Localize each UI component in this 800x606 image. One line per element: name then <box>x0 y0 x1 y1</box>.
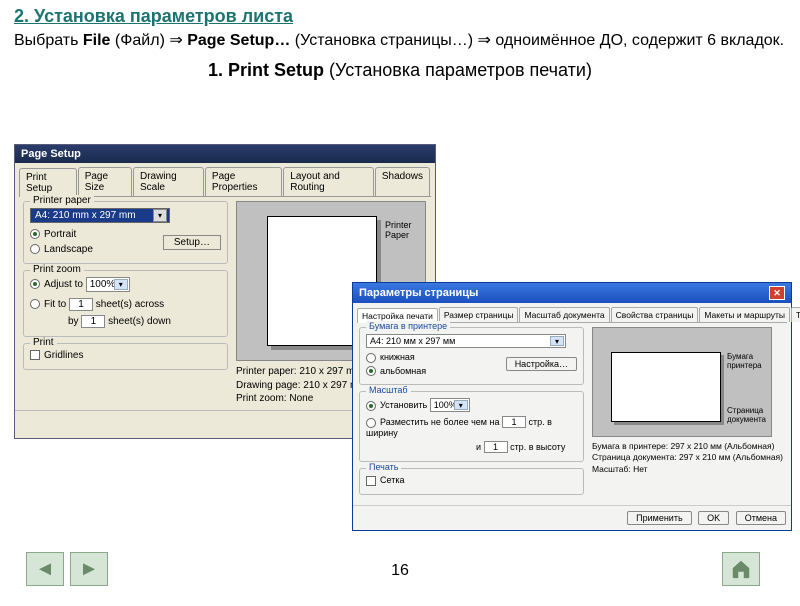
tab-page-size[interactable]: Page Size <box>78 167 132 196</box>
paper-size-select[interactable]: A4: 210 mm x 297 mm <box>30 208 170 223</box>
checkbox-gridlines[interactable]: Gridlines <box>30 350 221 361</box>
menu-file: File <box>83 32 111 49</box>
radio-adjust-to[interactable]: Adjust to 100% <box>30 277 221 292</box>
group-label: Print <box>30 337 57 348</box>
label: и <box>476 442 481 452</box>
group-zoom: Масштаб Установить 100% Разместить не бо… <box>359 391 584 462</box>
page-number: 16 <box>391 562 409 580</box>
tab-doc-scale[interactable]: Масштаб документа <box>519 307 609 322</box>
tab-shadows[interactable]: Shadows <box>375 167 430 196</box>
label: Gridlines <box>44 350 83 361</box>
section-heading: 2. Установка параметров листа <box>14 6 800 27</box>
txt: одноимённое ДО, содержит 6 вкладок. <box>491 32 784 49</box>
arrow-icon: ⇒ <box>478 32 491 49</box>
group-label: Бумага в принтере <box>366 321 450 331</box>
info-paper: Бумага в принтере: 297 x 210 мм (Альбомн… <box>592 441 783 452</box>
info-doc: Страница документа: 297 x 210 мм (Альбом… <box>592 452 783 463</box>
radio-portrait[interactable]: книжная <box>366 352 426 363</box>
txt: 1. Print Setup <box>208 60 329 80</box>
preview-label-paper: Бумага принтера <box>727 352 771 370</box>
zoom-select[interactable]: 100% <box>86 277 130 292</box>
label: Разместить не более чем на <box>380 417 499 427</box>
group-label: Print zoom <box>30 264 84 275</box>
label: альбомная <box>380 366 426 376</box>
radio-fit-to[interactable]: Fit to 1 sheet(s) across <box>30 298 221 311</box>
label: Сетка <box>380 475 404 485</box>
dialog-title: Page Setup <box>15 145 435 163</box>
label: sheet(s) across <box>96 299 164 310</box>
apply-button[interactable]: Применить <box>627 511 692 525</box>
fit-down-input[interactable]: 1 <box>81 315 105 328</box>
label: Portrait <box>44 229 76 240</box>
group-print-zoom: Print zoom Adjust to 100% Fit to 1 sheet… <box>23 270 228 337</box>
page-setup-dialog-ru: Параметры страницы ✕ Настройка печати Ра… <box>352 282 792 531</box>
radio-landscape[interactable]: Landscape <box>30 244 93 255</box>
group-print: Print Gridlines <box>23 343 228 370</box>
preview-label: Printer Paper <box>385 220 425 240</box>
txt: (Файл) <box>110 32 169 49</box>
radio-set-zoom[interactable]: Установить 100% <box>366 398 577 412</box>
group-printer-paper: Бумага в принтере A4: 210 мм x 297 мм кн… <box>359 327 584 385</box>
txt: (Установка страницы…) <box>290 32 477 49</box>
tab-shadows[interactable]: Тени <box>791 307 800 322</box>
tab-print-setup[interactable]: Print Setup <box>19 168 77 197</box>
dialog-title: Параметры страницы ✕ <box>353 283 791 303</box>
group-label: Масштаб <box>366 385 411 395</box>
cancel-button[interactable]: Отмена <box>736 511 786 525</box>
group-printer-paper: Printer paper A4: 210 mm x 297 mm Portra… <box>23 201 228 264</box>
arrow-icon: ⇒ <box>169 32 182 49</box>
txt: (Установка параметров печати) <box>329 60 592 80</box>
tab-drawing-scale[interactable]: Drawing Scale <box>133 167 204 196</box>
next-slide-button[interactable]: ► <box>70 552 108 586</box>
setup-button[interactable]: Настройка… <box>506 357 577 371</box>
nav-arrows: ◄ ► <box>26 552 108 586</box>
info-zoom: Масштаб: Нет <box>592 464 783 475</box>
tab-page-properties[interactable]: Page Properties <box>205 167 282 196</box>
label: Fit to <box>44 299 66 310</box>
paper-size-select[interactable]: A4: 210 мм x 297 мм <box>366 334 566 348</box>
zoom-select[interactable]: 100% <box>430 398 470 412</box>
label: Установить <box>380 400 427 410</box>
title-text: Параметры страницы <box>359 287 478 299</box>
label: Landscape <box>44 244 93 255</box>
radio-portrait[interactable]: Portrait <box>30 229 93 240</box>
tab-page-size[interactable]: Размер страницы <box>439 307 519 322</box>
home-button[interactable] <box>722 552 760 586</box>
home-icon <box>730 558 752 580</box>
preview-info: Бумага в принтере: 297 x 210 мм (Альбомн… <box>592 441 783 475</box>
fit-across-input[interactable]: 1 <box>69 298 93 311</box>
group-label: Печать <box>366 462 401 472</box>
ok-button[interactable]: OK <box>698 511 729 525</box>
intro-text: Выбрать File (Файл) ⇒ Page Setup… (Устан… <box>14 31 786 52</box>
label: стр. в высоту <box>510 442 565 452</box>
preview-label-doc: Страница документа <box>727 406 771 424</box>
preview-pane: Бумага принтера Страница документа <box>592 327 772 437</box>
fit-h-input[interactable]: 1 <box>484 441 508 453</box>
label: книжная <box>380 352 415 362</box>
checkbox-grid[interactable]: Сетка <box>366 475 577 486</box>
radio-fit[interactable]: Разместить не более чем на 1 стр. в шири… <box>366 416 577 438</box>
tab-page-props[interactable]: Свойства страницы <box>611 307 699 322</box>
group-label: Printer paper <box>30 195 94 206</box>
preview-page-icon <box>611 352 721 422</box>
tabs: Print Setup Page Size Drawing Scale Page… <box>19 167 431 197</box>
txt: Выбрать <box>14 32 83 49</box>
label: sheet(s) down <box>108 316 171 327</box>
label: Adjust to <box>44 279 83 290</box>
close-icon[interactable]: ✕ <box>769 286 785 300</box>
tab-layout-routes[interactable]: Макеты и маршруты <box>699 307 790 322</box>
setup-button[interactable]: Setup… <box>163 235 221 250</box>
fit-w-input[interactable]: 1 <box>502 416 526 428</box>
subsection-heading: 1. Print Setup (Установка параметров печ… <box>0 60 800 81</box>
radio-landscape[interactable]: альбомная <box>366 366 426 377</box>
label: by <box>68 316 79 327</box>
group-print: Печать Сетка <box>359 468 584 495</box>
menu-pagesetup: Page Setup… <box>183 32 291 49</box>
prev-slide-button[interactable]: ◄ <box>26 552 64 586</box>
tab-layout-routing[interactable]: Layout and Routing <box>283 167 374 196</box>
